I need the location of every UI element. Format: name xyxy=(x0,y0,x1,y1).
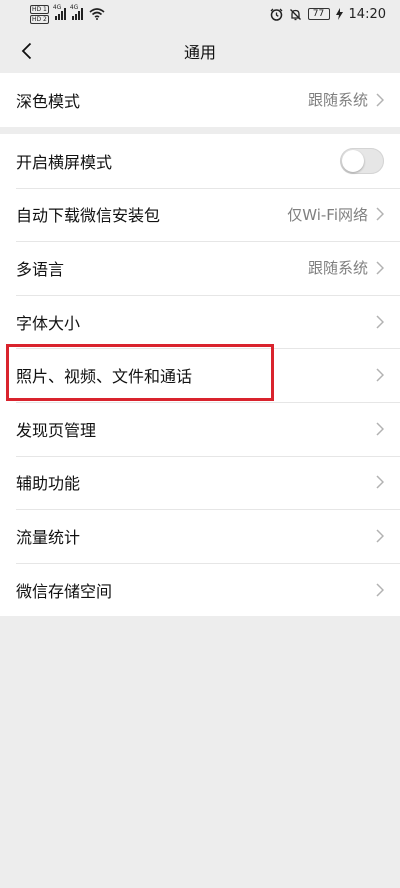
row-label: 流量统计 xyxy=(16,527,81,547)
row-label: 多语言 xyxy=(16,259,65,279)
chevron-right-icon xyxy=(376,368,384,382)
signal-1-label: 4G xyxy=(52,4,62,11)
nav-header: 通用 xyxy=(0,28,400,73)
back-button[interactable] xyxy=(8,28,44,73)
chevron-left-icon xyxy=(21,42,31,59)
hd-indicators: HD 1 HD 2 xyxy=(30,4,49,24)
row-label: 照片、视频、文件和通话 xyxy=(16,367,193,387)
language-row[interactable]: 多语言 跟随系统 xyxy=(0,241,400,295)
alarm-icon xyxy=(270,8,282,21)
wifi-icon xyxy=(89,8,105,20)
chevron-right-icon xyxy=(376,529,384,543)
hd2-badge: HD 2 xyxy=(30,14,49,24)
auto-download-row[interactable]: 自动下载微信安装包 仅Wi-Fi网络 xyxy=(0,187,400,242)
row-label: 深色模式 xyxy=(16,91,81,111)
status-right: 77 14:20 xyxy=(270,7,386,22)
chevron-right-icon xyxy=(376,475,384,489)
discover-management-row[interactable]: 发现页管理 xyxy=(0,401,400,456)
signal-1-icon: 4G xyxy=(53,4,66,20)
chevron-right-icon xyxy=(376,261,384,275)
signal-2-label: 4G xyxy=(69,4,79,11)
media-files-calls-row[interactable]: 照片、视频、文件和通话 xyxy=(0,348,400,402)
font-size-row[interactable]: 字体大小 xyxy=(0,294,400,349)
data-usage-row[interactable]: 流量统计 xyxy=(0,509,400,563)
row-label: 辅助功能 xyxy=(16,474,81,494)
row-label: 自动下载微信安装包 xyxy=(16,206,161,226)
clock: 14:20 xyxy=(348,6,386,22)
hd1-badge: HD 1 xyxy=(30,4,49,14)
status-left: HD 1 HD 2 4G 4G xyxy=(30,4,105,24)
row-label: 字体大小 xyxy=(16,313,81,333)
accessibility-row[interactable]: 辅助功能 xyxy=(0,455,400,510)
dark-mode-row[interactable]: 深色模式 跟随系统 xyxy=(0,73,400,127)
row-value: 仅Wi-Fi网络 xyxy=(287,205,368,224)
row-label: 发现页管理 xyxy=(16,420,97,440)
chevron-right-icon xyxy=(376,422,384,436)
row-value: 跟随系统 xyxy=(307,259,368,278)
chevron-right-icon xyxy=(376,583,384,597)
battery-indicator: 77 xyxy=(307,8,330,20)
storage-row[interactable]: 微信存储空间 xyxy=(0,562,400,617)
status-bar: HD 1 HD 2 4G 4G 77 14:20 xyxy=(0,0,400,28)
row-label: 开启横屏模式 xyxy=(16,152,113,172)
settings-group-general: 开启横屏模式 自动下载微信安装包 仅Wi-Fi网络 多语言 跟随系统 字体大小 … xyxy=(0,134,400,617)
mute-notification-icon xyxy=(289,8,301,20)
charging-icon xyxy=(335,8,343,20)
chevron-right-icon xyxy=(376,315,384,329)
settings-group-display: 深色模式 跟随系统 xyxy=(0,73,400,127)
row-label: 微信存储空间 xyxy=(16,581,113,601)
landscape-mode-row: 开启横屏模式 xyxy=(0,134,400,188)
landscape-mode-toggle[interactable] xyxy=(340,147,384,174)
row-value: 跟随系统 xyxy=(307,91,368,110)
chevron-right-icon xyxy=(376,207,384,221)
chevron-right-icon xyxy=(376,93,384,107)
signal-2-icon: 4G xyxy=(70,4,83,20)
page-title: 通用 xyxy=(183,42,216,62)
toggle-knob xyxy=(342,149,364,172)
